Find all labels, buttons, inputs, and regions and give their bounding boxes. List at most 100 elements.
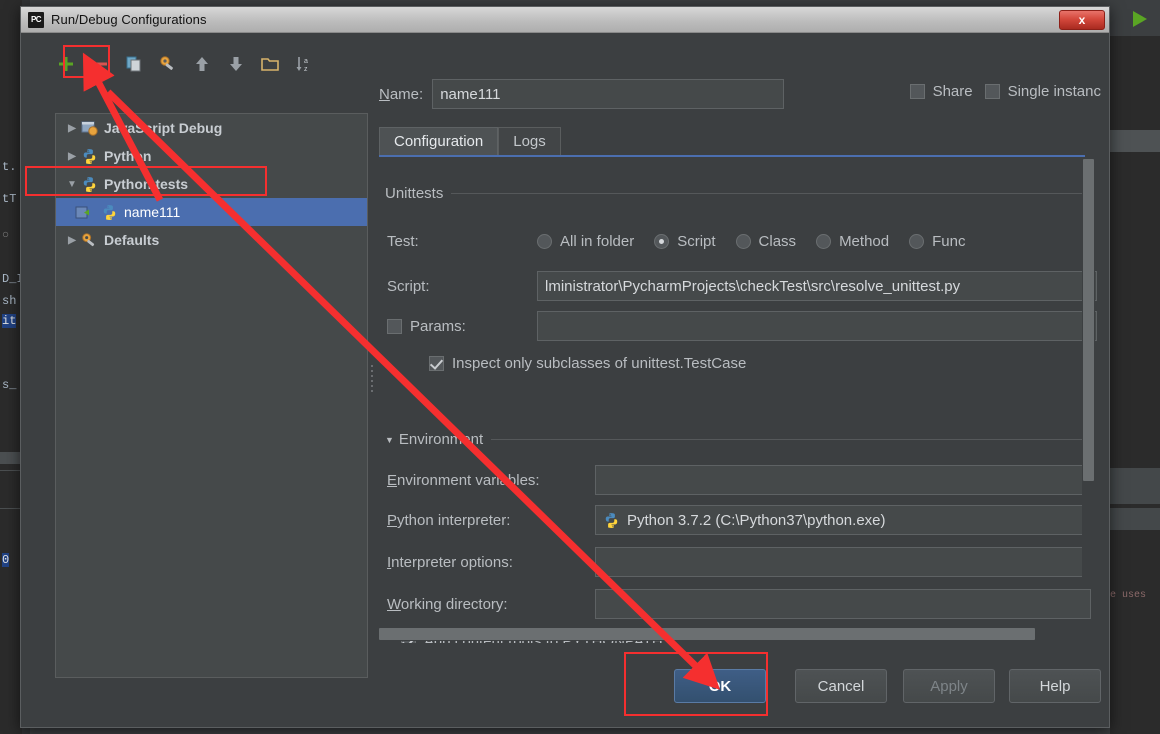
bg-panel-strip xyxy=(1108,468,1160,504)
wrench-icon[interactable] xyxy=(157,53,179,75)
script-label: Script: xyxy=(387,277,430,295)
tree-item-javascript-debug[interactable]: ▶ JavaScript Debug xyxy=(56,114,367,142)
scrollbar-thumb[interactable] xyxy=(379,628,1035,640)
radio-method[interactable]: Method xyxy=(816,233,889,250)
python-interpreter-row: Python interpreter: Python 3.7.2 (C:\Pyt… xyxy=(387,505,1091,535)
radio-all-in-folder[interactable]: All in folder xyxy=(537,233,634,250)
folder-icon[interactable] xyxy=(259,53,281,75)
config-toolbar: a z xyxy=(55,49,315,79)
unittests-group-title: Unittests xyxy=(385,185,444,202)
panel-splitter[interactable] xyxy=(369,358,375,398)
top-checkboxes: Share Single instanc xyxy=(909,83,1101,100)
bg-code-fragment: t. xyxy=(2,160,17,174)
help-button[interactable]: Help xyxy=(1009,669,1101,703)
sort-az-icon[interactable]: a z xyxy=(293,53,315,75)
run-debug-configurations-dialog: PC Run/Debug Configurations x a z ▶ Java… xyxy=(20,6,1110,728)
bg-panel-strip xyxy=(1108,508,1160,530)
radio-label: All in folder xyxy=(560,233,635,250)
working-directory-input[interactable] xyxy=(595,589,1091,619)
bg-divider xyxy=(0,508,22,509)
configuration-editor: Name: name111 Share Single instanc Confi… xyxy=(379,43,1101,643)
single-instance-label: Single instanc xyxy=(1007,83,1101,100)
python-interpreter-select[interactable]: Python 3.7.2 (C:\Python37\python.exe) xyxy=(595,505,1091,535)
tree-item-label: JavaScript Debug xyxy=(104,120,223,136)
ok-button[interactable]: OK xyxy=(674,669,766,703)
radio-button xyxy=(537,234,552,249)
tree-item-python-tests[interactable]: ▼ Python tests xyxy=(56,170,367,198)
bg-panel-strip xyxy=(1108,130,1160,152)
share-label: Share xyxy=(932,83,973,100)
params-checkbox[interactable]: Params: xyxy=(387,318,537,335)
params-row: Params: xyxy=(387,311,1097,341)
environment-variables-input[interactable] xyxy=(595,465,1091,495)
plus-icon[interactable] xyxy=(55,53,77,75)
tree-item-label: Defaults xyxy=(104,232,160,248)
tree-item-defaults[interactable]: ▶ Defaults xyxy=(56,226,367,254)
environment-section-title: Environment xyxy=(398,431,484,448)
tab-logs[interactable]: Logs xyxy=(498,127,561,155)
tree-item-python[interactable]: ▶ Python xyxy=(56,142,367,170)
cancel-button[interactable]: Cancel xyxy=(795,669,887,703)
apply-button[interactable]: Apply xyxy=(903,669,995,703)
python-icon xyxy=(100,203,118,221)
chevron-down-icon[interactable]: ▼ xyxy=(64,179,80,190)
arrow-up-icon[interactable] xyxy=(191,53,213,75)
bg-divider xyxy=(0,470,22,471)
python-icon xyxy=(80,147,98,165)
radio-label: Class xyxy=(758,233,797,250)
chevron-down-icon[interactable]: ▼ xyxy=(385,435,394,445)
tree-item-label: name111 xyxy=(124,204,181,220)
interpreter-options-input[interactable] xyxy=(595,547,1091,577)
tree-item-name111[interactable]: name111 xyxy=(56,198,367,226)
tree-item-label: Python tests xyxy=(104,176,189,192)
single-instance-checkbox[interactable]: Single instanc xyxy=(984,83,1101,100)
tab-configuration[interactable]: Configuration xyxy=(379,127,499,155)
chevron-right-icon[interactable]: ▶ xyxy=(64,151,80,162)
dialog-titlebar[interactable]: PC Run/Debug Configurations x xyxy=(21,7,1109,33)
dialog-button-bar: OK Cancel Apply Help xyxy=(21,643,1109,727)
bg-code-fragment: sh xyxy=(2,294,17,308)
copy-icon[interactable] xyxy=(123,53,145,75)
radio-function[interactable]: Func xyxy=(909,233,965,250)
editor-tabs: Configuration Logs xyxy=(379,127,1085,157)
content-vertical-scrollbar[interactable] xyxy=(1082,159,1095,579)
name-input[interactable]: name111 xyxy=(432,79,785,109)
unittests-group-header: Unittests xyxy=(385,185,1085,202)
pycharm-icon: PC xyxy=(28,11,44,28)
bg-code-fragment: 0 xyxy=(2,553,10,567)
name-row: Name: name111 xyxy=(379,79,785,109)
close-icon[interactable]: x xyxy=(1059,10,1105,30)
test-row: Test: All in folder Script Class Method … xyxy=(387,233,985,250)
arrow-down-icon[interactable] xyxy=(225,53,247,75)
checkbox-box xyxy=(387,318,402,334)
configurations-tree[interactable]: ▶ JavaScript Debug ▶ Python ▼ Python tes… xyxy=(55,113,368,678)
radio-label: Method xyxy=(839,233,890,250)
test-status-icon xyxy=(74,203,92,221)
ide-editor-left-edge: t. tT ○ D_I sh it s_ 0 xyxy=(0,0,22,734)
bg-code-fragment: D_I xyxy=(2,272,22,286)
inspect-subclasses-label: Inspect only subclasses of unittest.Test… xyxy=(452,355,747,372)
chevron-right-icon[interactable]: ▶ xyxy=(64,235,80,246)
python-icon xyxy=(80,175,98,193)
checkbox-box xyxy=(429,356,444,371)
run-play-icon[interactable] xyxy=(1128,8,1150,30)
python-interpreter-value: Python 3.7.2 (C:\Python37\python.exe) xyxy=(627,511,886,529)
minus-icon[interactable] xyxy=(89,53,111,75)
dialog-body: a z ▶ JavaScript Debug ▶ Python ▼ Python… xyxy=(21,33,1109,727)
environment-section-header[interactable]: ▼ Environment xyxy=(385,431,1085,448)
radio-class[interactable]: Class xyxy=(735,233,797,250)
params-input[interactable] xyxy=(537,311,1097,341)
chevron-right-icon[interactable]: ▶ xyxy=(64,123,80,134)
checkbox-box xyxy=(909,84,925,99)
share-checkbox[interactable]: Share xyxy=(909,83,973,100)
dialog-title: Run/Debug Configurations xyxy=(51,12,207,27)
inspect-subclasses-checkbox[interactable]: Inspect only subclasses of unittest.Test… xyxy=(429,355,746,372)
scrollbar-thumb[interactable] xyxy=(1083,159,1094,481)
configuration-pane: Unittests Test: All in folder Script Cla… xyxy=(379,159,1099,643)
interpreter-options-label: Interpreter options: xyxy=(387,553,513,571)
content-horizontal-scrollbar[interactable] xyxy=(379,627,1035,641)
script-input[interactable]: lministrator\PycharmProjects\checkTest\s… xyxy=(537,271,1097,301)
python-interpreter-label: Python interpreter: xyxy=(387,511,511,529)
interpreter-options-row: Interpreter options: xyxy=(387,547,1091,577)
radio-script[interactable]: Script xyxy=(654,233,716,250)
